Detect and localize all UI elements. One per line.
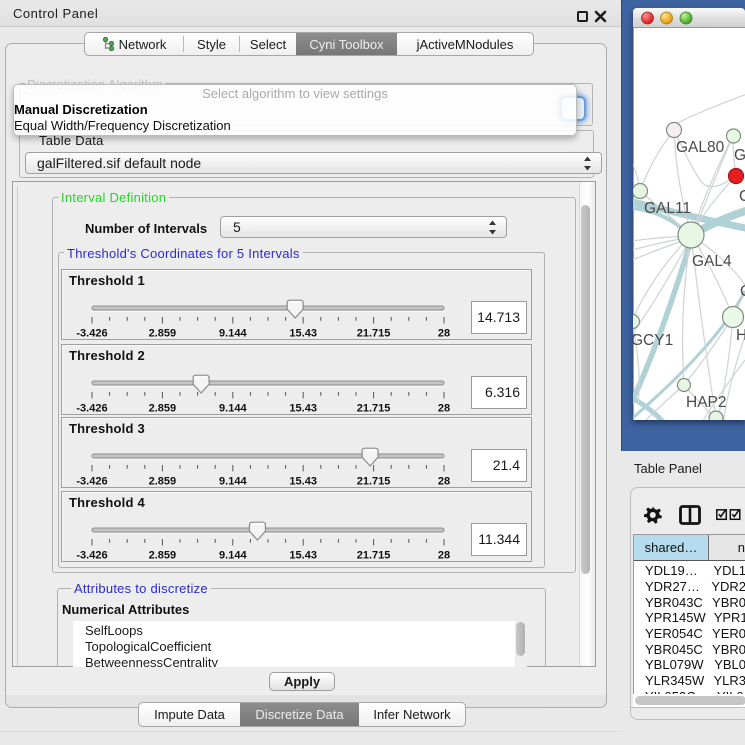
svg-text:2.859: 2.859 — [149, 550, 177, 562]
svg-text:28: 28 — [438, 402, 450, 414]
svg-text:9.144: 9.144 — [219, 328, 247, 340]
svg-text:15.43: 15.43 — [289, 476, 317, 488]
svg-text:H: H — [736, 327, 745, 344]
svg-text:15.43: 15.43 — [289, 328, 317, 340]
svg-text:-3.426: -3.426 — [76, 328, 107, 340]
svg-text:21.715: 21.715 — [357, 402, 391, 414]
svg-text:GAL4: GAL4 — [692, 253, 732, 270]
svg-text:21.715: 21.715 — [357, 476, 391, 488]
svg-text:28: 28 — [438, 476, 450, 488]
svg-text:21.715: 21.715 — [357, 328, 391, 340]
svg-text:-3.426: -3.426 — [76, 476, 107, 488]
svg-text:C: C — [739, 188, 745, 205]
svg-text:9.144: 9.144 — [219, 476, 247, 488]
svg-text:9.144: 9.144 — [219, 402, 247, 414]
svg-text:HAP2: HAP2 — [686, 394, 727, 411]
svg-text:21.715: 21.715 — [357, 550, 391, 562]
svg-text:28: 28 — [438, 328, 450, 340]
svg-text:15.43: 15.43 — [289, 402, 317, 414]
svg-text:9.144: 9.144 — [219, 550, 247, 562]
svg-text:C: C — [740, 283, 745, 300]
svg-text:15.43: 15.43 — [289, 550, 317, 562]
svg-text:-3.426: -3.426 — [76, 402, 107, 414]
svg-text:-3.426: -3.426 — [76, 550, 107, 562]
svg-text:2.859: 2.859 — [149, 402, 177, 414]
svg-text:GCY1: GCY1 — [633, 332, 673, 349]
svg-text:2.859: 2.859 — [149, 476, 177, 488]
svg-text:GAL11: GAL11 — [644, 200, 691, 217]
svg-text:GAL80: GAL80 — [676, 139, 725, 156]
svg-text:28: 28 — [438, 550, 450, 562]
svg-text:GA: GA — [734, 147, 745, 164]
svg-text:2.859: 2.859 — [149, 328, 177, 340]
